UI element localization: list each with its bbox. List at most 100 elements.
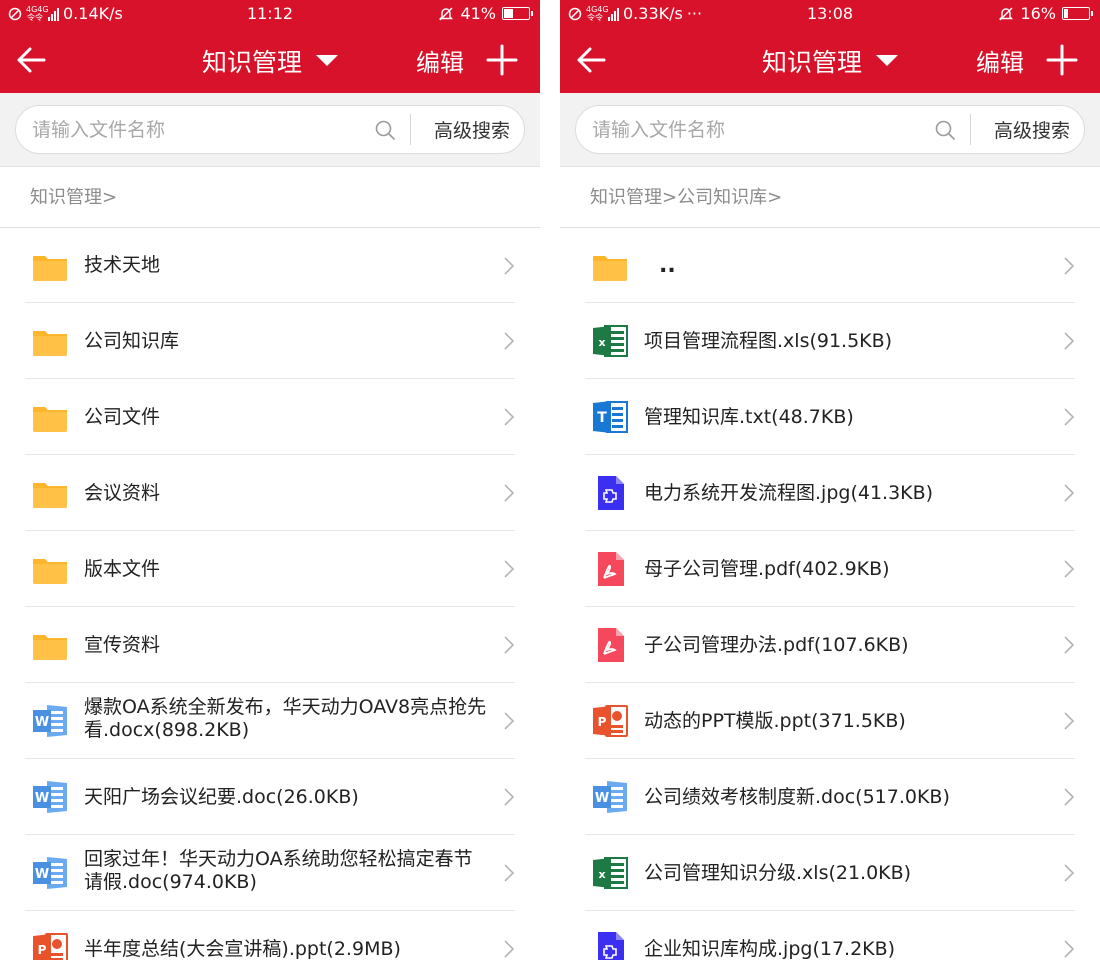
folder-row[interactable]: 会议资料 [25, 455, 515, 531]
word-icon: W [31, 854, 69, 892]
file-row[interactable]: T 管理知识库.txt(48.7KB) [585, 379, 1075, 455]
file-row[interactable]: P 动态的PPT模版.ppt(371.5KB) [585, 683, 1075, 759]
search-box: 高级搜索 [15, 105, 525, 154]
excel-icon: x [591, 322, 629, 360]
folder-icon [31, 322, 69, 360]
row-label: 宣传资料 [84, 633, 161, 656]
plus-icon[interactable] [1046, 44, 1078, 76]
file-row[interactable]: W 回家过年！华天动力OA系统助您轻松搞定春节请假.doc(974.0KB) [25, 835, 515, 911]
row-label: 公司绩效考核制度新.doc(517.0KB) [644, 785, 950, 808]
search-icon[interactable] [374, 119, 396, 141]
edit-button[interactable]: 编辑 [976, 28, 1024, 93]
row-label: 公司文件 [84, 405, 161, 428]
folder-row[interactable]: 技术天地 [25, 228, 515, 303]
search-divider [410, 114, 411, 145]
ppt-icon: P [31, 930, 69, 960]
chevron-right-icon [504, 560, 515, 578]
file-row[interactable]: 企业知识库构成.jpg(17.2KB) [585, 911, 1075, 960]
search-bar: 高级搜索 [0, 93, 540, 167]
nav-title: 知识管理 [761, 47, 862, 77]
nav-title: 知识管理 [201, 47, 302, 77]
file-row[interactable]: 母子公司管理.pdf(402.9KB) [585, 531, 1075, 607]
battery-icon [1062, 7, 1093, 20]
file-row[interactable]: 子公司管理办法.pdf(107.6KB) [585, 607, 1075, 683]
row-label: 回家过年！华天动力OA系统助您轻松搞定春节请假.doc(974.0KB) [84, 848, 473, 893]
folder-row[interactable]: 公司知识库 [25, 303, 515, 379]
chevron-right-icon [504, 636, 515, 654]
file-row[interactable]: W 爆款OA系统全新发布，华天动力OAV8亮点抢先看.docx(898.2KB) [25, 683, 515, 759]
folder-row[interactable]: 版本文件 [25, 531, 515, 607]
folder-icon [31, 626, 69, 664]
folder-row[interactable]: 公司文件 [25, 379, 515, 455]
pdf-icon [591, 550, 629, 588]
svg-text:W: W [35, 715, 49, 730]
status-bar: 4G4G 令令 0.14K/s 11:12 41% [0, 0, 540, 28]
file-row[interactable]: x 项目管理流程图.xls(91.5KB) [585, 303, 1075, 379]
image-icon [591, 930, 629, 960]
chevron-right-icon [1064, 560, 1075, 578]
edit-button[interactable]: 编辑 [416, 28, 464, 93]
row-label: 电力系统开发流程图.jpg(41.3KB) [644, 481, 934, 504]
file-row[interactable]: W 天阳广场会议纪要.doc(26.0KB) [25, 759, 515, 835]
chevron-right-icon [504, 712, 515, 730]
row-label: 公司知识库 [84, 329, 180, 352]
ppt-icon: P [591, 702, 629, 740]
folder-icon [31, 398, 69, 436]
chevron-right-icon [504, 864, 515, 882]
search-box: 高级搜索 [575, 105, 1085, 154]
row-label: 项目管理流程图.xls(91.5KB) [644, 329, 893, 352]
advanced-search-button[interactable]: 高级搜索 [994, 106, 1070, 153]
folder-icon [31, 247, 69, 285]
advanced-search-button[interactable]: 高级搜索 [434, 106, 510, 153]
bell-muted-icon [439, 7, 454, 20]
search-input[interactable] [592, 106, 912, 153]
phone-screen-right: 4G4G令令 0.33K/s ··· 13:08 16% 知识管理 编辑 高级搜… [560, 0, 1100, 960]
image-icon [591, 474, 629, 512]
battery-percent: 41% [460, 4, 496, 23]
pdf-icon [591, 626, 629, 664]
svg-text:W: W [35, 791, 49, 806]
search-bar: 高级搜索 [560, 93, 1100, 167]
svg-text:W: W [595, 791, 609, 806]
breadcrumb[interactable]: 知识管理>公司知识库> [560, 167, 1100, 228]
phone-screen-left: 4G4G令令 0.14K/s 11:12 41% 知识管理 编辑 高级搜索 知识… [0, 0, 540, 960]
word-icon: W [591, 778, 629, 816]
svg-text:x: x [598, 868, 605, 881]
svg-text:W: W [35, 867, 49, 882]
txt-icon: T [591, 398, 629, 436]
folder-row[interactable]: 宣传资料 [25, 607, 515, 683]
folder-icon [31, 474, 69, 512]
nav-bar: 知识管理 编辑 [560, 28, 1100, 93]
chevron-right-icon [504, 256, 515, 275]
file-row[interactable]: x 公司管理知识分级.xls(21.0KB) [585, 835, 1075, 911]
plus-icon[interactable] [486, 44, 518, 76]
row-label: 母子公司管理.pdf(402.9KB) [644, 557, 890, 580]
search-icon[interactable] [934, 119, 956, 141]
row-label: 动态的PPT模版.ppt(371.5KB) [644, 709, 906, 732]
search-divider [970, 114, 971, 145]
svg-text:x: x [598, 336, 605, 349]
file-row[interactable]: W 公司绩效考核制度新.doc(517.0KB) [585, 759, 1075, 835]
folder-icon [591, 247, 629, 285]
row-label: 会议资料 [84, 481, 161, 504]
nav-bar: 知识管理 编辑 [0, 28, 540, 93]
file-row[interactable]: P 半年度总结(大会宣讲稿).ppt(2.9MB) [25, 911, 515, 960]
file-row[interactable]: 电力系统开发流程图.jpg(41.3KB) [585, 455, 1075, 531]
svg-text:T: T [597, 410, 607, 426]
search-input[interactable] [32, 106, 352, 153]
battery-icon [502, 7, 533, 20]
chevron-right-icon [504, 788, 515, 806]
chevron-right-icon [1064, 940, 1075, 958]
chevron-right-icon [1064, 332, 1075, 350]
breadcrumb[interactable]: 知识管理> [0, 167, 540, 228]
chevron-right-icon [1064, 788, 1075, 806]
chevron-right-icon [504, 332, 515, 350]
svg-text:P: P [598, 715, 607, 729]
parent-folder-row[interactable]: .. [585, 228, 1075, 303]
chevron-right-icon [1064, 256, 1075, 275]
row-label: 公司管理知识分级.xls(21.0KB) [644, 861, 912, 884]
row-label: 技术天地 [84, 254, 161, 276]
chevron-right-icon [504, 484, 515, 502]
row-label: 企业知识库构成.jpg(17.2KB) [644, 937, 896, 960]
row-label: 天阳广场会议纪要.doc(26.0KB) [84, 785, 359, 808]
